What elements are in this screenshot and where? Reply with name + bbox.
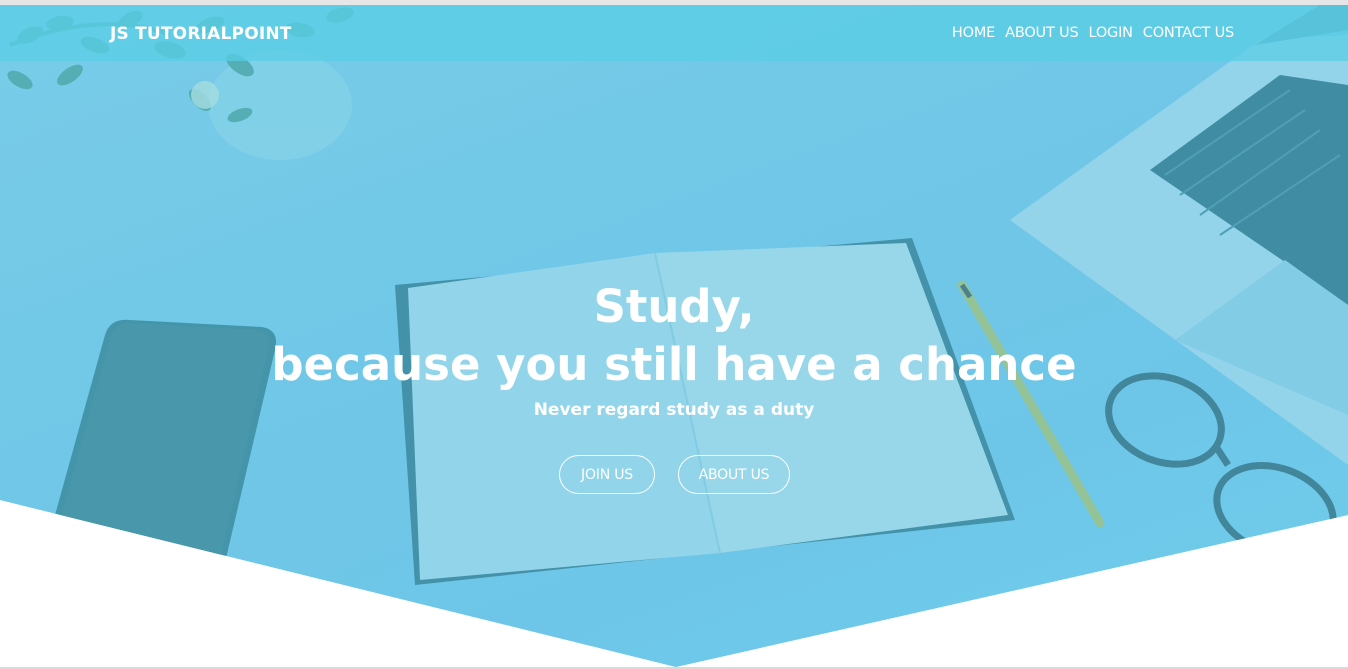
nav-contact-link[interactable]: CONTACT US: [1143, 25, 1234, 41]
nav-home-link[interactable]: HOME: [952, 25, 995, 41]
hero-section: JS TUTORIALPOINT HOME ABOUT US LOGIN CON…: [0, 5, 1348, 667]
hero-tagline: Never regard study as a duty: [533, 400, 815, 420]
hero-headline-line2: because you still have a chance: [271, 338, 1077, 391]
nav-about-link[interactable]: ABOUT US: [1005, 25, 1079, 41]
navbar: JS TUTORIALPOINT HOME ABOUT US LOGIN CON…: [0, 5, 1348, 61]
hero-headline-line1: Study,: [593, 280, 755, 333]
about-us-button[interactable]: ABOUT US: [678, 455, 790, 494]
brand-logo[interactable]: JS TUTORIALPOINT: [110, 24, 292, 44]
main-nav: HOME ABOUT US LOGIN CONTACT US: [952, 25, 1234, 41]
hero-background-image: [0, 5, 1348, 667]
browser-top-border: [0, 0, 1348, 5]
nav-login-link[interactable]: LOGIN: [1088, 25, 1133, 41]
join-us-button[interactable]: JOIN US: [559, 455, 655, 494]
